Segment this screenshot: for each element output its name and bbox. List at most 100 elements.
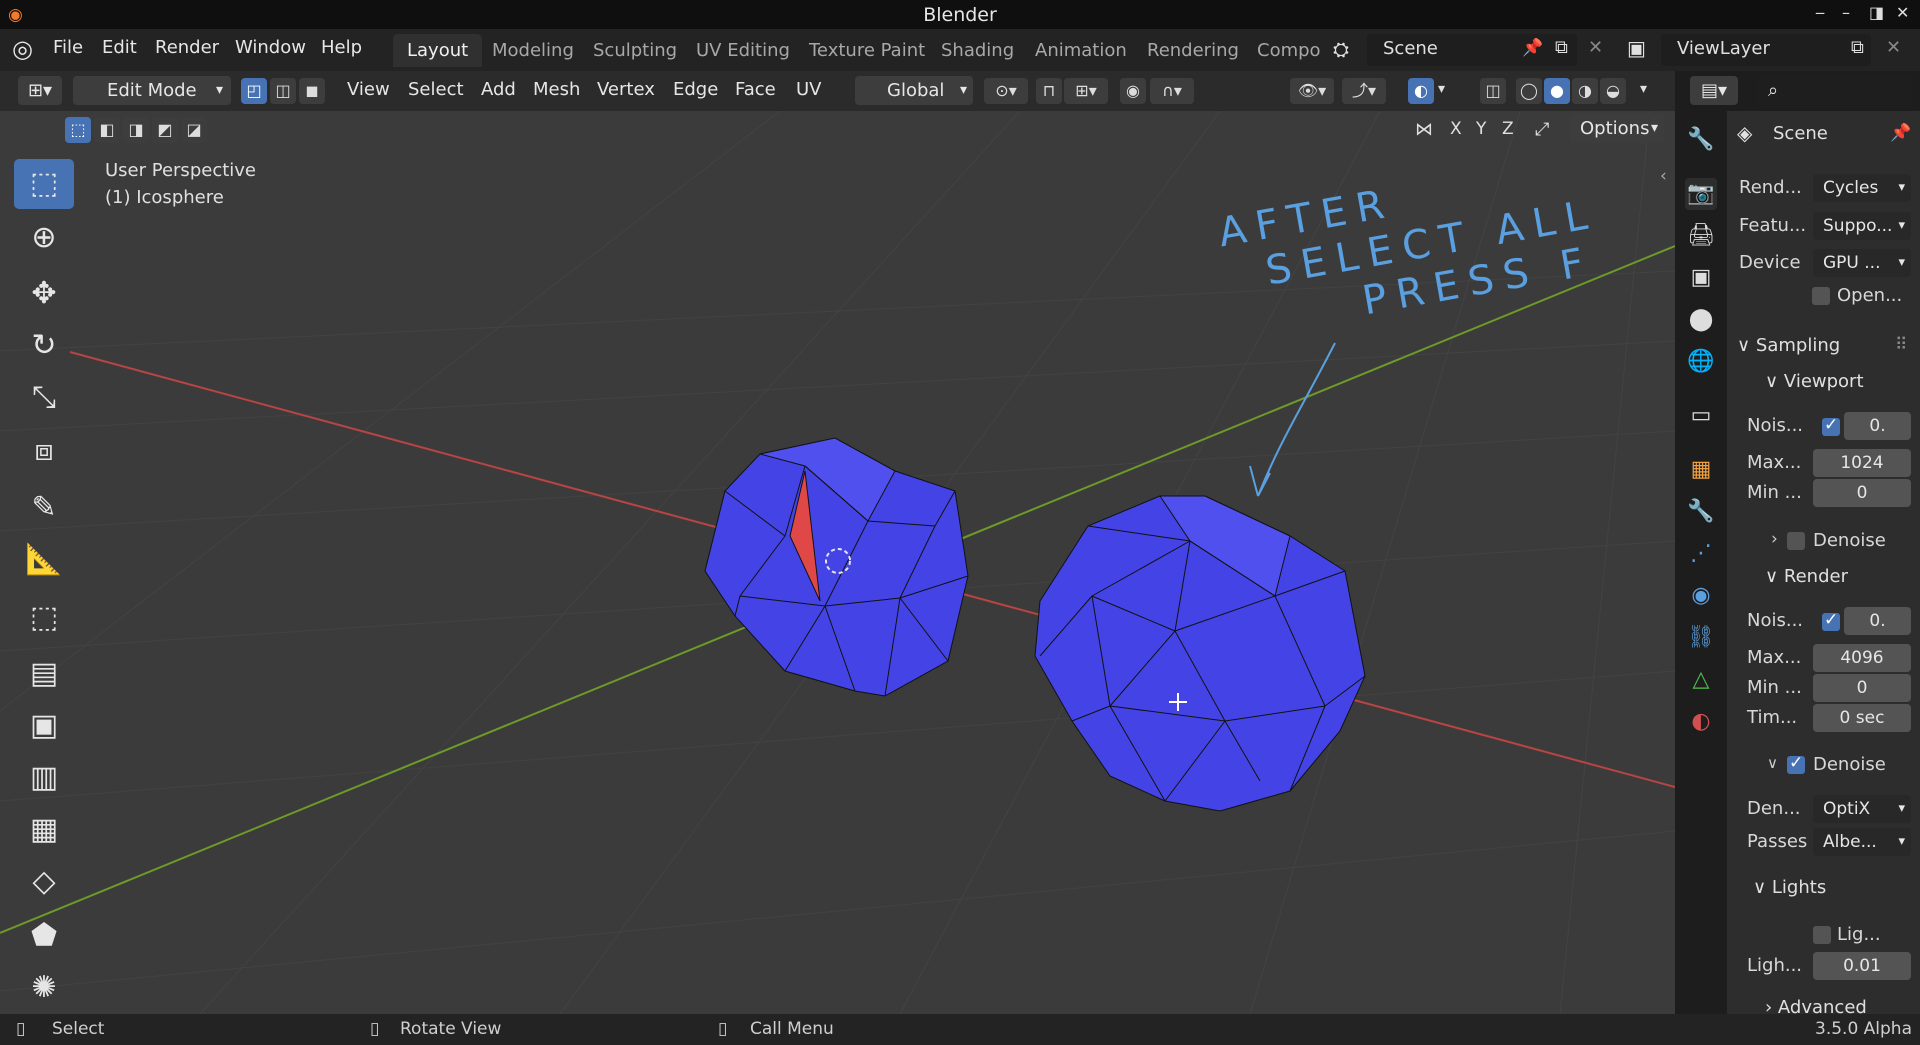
object-properties-icon[interactable]: ▦ <box>1685 454 1717 486</box>
light-threshold-field[interactable]: 0.01 <box>1813 952 1911 980</box>
physics-properties-icon[interactable]: ◉ <box>1685 580 1717 612</box>
properties-search-input[interactable]: ⌕ <box>1758 76 1913 105</box>
knife-tool[interactable]: ◇ <box>14 857 74 907</box>
chevron-down-icon[interactable]: ▾ <box>1640 81 1647 97</box>
material-properties-icon[interactable]: ◐ <box>1685 706 1717 738</box>
proportional-edit-icon[interactable]: ◉ <box>1120 78 1146 104</box>
menu-help[interactable]: Help <box>321 37 362 58</box>
solid-shading-icon[interactable]: ● <box>1544 78 1570 104</box>
viewport-max-samples-field[interactable]: 1024 <box>1813 449 1911 477</box>
rotate-tool[interactable]: ↻ <box>14 321 74 371</box>
snap-icon[interactable]: ⊓ <box>1036 78 1062 104</box>
loop-cut-tool[interactable]: ▦ <box>14 805 74 855</box>
transform-orientation-dropdown[interactable]: Global ▾ <box>855 76 973 105</box>
menu-uv[interactable]: UV <box>796 79 822 100</box>
menu-face[interactable]: Face <box>735 79 776 100</box>
tab-animation[interactable]: Animation <box>1021 34 1141 67</box>
render-engine-dropdown[interactable]: Cycles ▾ <box>1813 174 1911 202</box>
open-shading-checkbox[interactable] <box>1812 287 1830 305</box>
annotate-tool[interactable]: ✎ <box>14 483 74 533</box>
icosphere-left[interactable] <box>704 437 969 697</box>
tab-rendering[interactable]: Rendering <box>1133 34 1253 67</box>
modifier-properties-icon[interactable]: 🔧 <box>1685 496 1717 528</box>
delete-scene-icon[interactable]: ✕ <box>1588 37 1603 58</box>
tool-properties-icon[interactable]: 🔧 <box>1685 124 1717 156</box>
tab-sculpting[interactable]: Sculpting <box>579 34 691 67</box>
tab-uv-editing[interactable]: UV Editing <box>682 34 804 67</box>
blender-menu-icon[interactable]: ◎ <box>12 35 33 63</box>
new-view-layer-icon[interactable]: ⧉ <box>1851 37 1864 58</box>
menu-render[interactable]: Render <box>155 37 219 58</box>
select-extend-icon[interactable]: ◧ <box>94 117 120 143</box>
3d-viewport[interactable]: AFTER SELECT ALL PRESS F User Perspectiv… <box>0 111 1675 1014</box>
select-intersect-icon[interactable]: ◪ <box>181 117 207 143</box>
light-tree-checkbox[interactable] <box>1813 926 1831 944</box>
pivot-point-icon[interactable]: ⊙▾ <box>984 78 1028 104</box>
editor-type-dropdown[interactable]: ⊞▾ <box>18 76 62 105</box>
minimize-icon[interactable]: ‒ <box>1815 3 1825 22</box>
scale-tool[interactable]: ⤡ <box>14 373 74 423</box>
spin-tool[interactable]: ✺ <box>14 963 74 1013</box>
mode-dropdown[interactable]: Edit Mode ▾ <box>73 76 231 105</box>
rendered-shading-icon[interactable]: ◒ <box>1600 78 1626 104</box>
pin-icon[interactable]: 📌 <box>1522 38 1543 58</box>
render-noise-checkbox[interactable] <box>1822 610 1840 631</box>
auto-merge-icon[interactable]: ⤢ <box>1535 119 1549 140</box>
inset-tool[interactable]: ▣ <box>14 701 74 751</box>
device-dropdown[interactable]: GPU ... ▾ <box>1813 249 1911 277</box>
move-tool[interactable]: ✥ <box>14 269 74 319</box>
wireframe-shading-icon[interactable]: ◯ <box>1516 78 1542 104</box>
sampling-panel-header[interactable]: ∨ Sampling <box>1737 335 1840 356</box>
particles-properties-icon[interactable]: ⋰ <box>1685 538 1717 570</box>
view-layer-properties-icon[interactable]: ▣ <box>1685 262 1717 294</box>
vertex-select-icon[interactable]: ◰ <box>241 78 267 104</box>
viewport-denoise-checkbox[interactable] <box>1787 532 1805 550</box>
select-invert-icon[interactable]: ◩ <box>152 117 178 143</box>
axis-z-toggle[interactable]: Z <box>1502 119 1514 139</box>
material-shading-icon[interactable]: ◑ <box>1572 78 1598 104</box>
xray-icon[interactable]: ◫ <box>1480 78 1506 104</box>
menu-vertex[interactable]: Vertex <box>597 79 655 100</box>
tab-modeling[interactable]: Modeling <box>478 34 588 67</box>
chevron-right-icon[interactable]: › <box>1771 529 1778 549</box>
viewport-min-samples-field[interactable]: 0 <box>1813 479 1911 507</box>
snap-target-icon[interactable]: ⊞▾ <box>1064 78 1108 104</box>
select-new-icon[interactable]: ⬚ <box>65 117 91 143</box>
render-min-samples-field[interactable]: 0 <box>1813 674 1911 702</box>
constraints-properties-icon[interactable]: ⛓ <box>1685 622 1717 654</box>
restore-icon[interactable]: – <box>1842 3 1850 22</box>
maximize-icon[interactable]: ◨ <box>1869 3 1884 22</box>
visibility-icon[interactable]: 👁▾ <box>1290 78 1334 104</box>
render-noise-field[interactable]: 0. <box>1844 607 1911 635</box>
cursor-tool[interactable]: ⊕ <box>14 213 74 263</box>
menu-add[interactable]: Add <box>481 79 516 100</box>
feature-set-dropdown[interactable]: Suppo... ▾ <box>1813 212 1911 240</box>
add-cube-tool[interactable]: ⬚ <box>14 593 74 643</box>
output-properties-icon[interactable]: 🖨 <box>1685 220 1717 252</box>
menu-edit[interactable]: Edit <box>102 37 137 58</box>
scene-properties-icon[interactable]: ⬤ <box>1685 304 1717 336</box>
edge-select-icon[interactable]: ◫ <box>270 78 296 104</box>
scene-type-icon[interactable]: ⛭ <box>1333 37 1349 61</box>
menu-file[interactable]: File <box>53 37 83 58</box>
measure-tool[interactable]: 📐 <box>14 535 74 585</box>
tab-compositing[interactable]: Compo <box>1243 34 1333 67</box>
lights-subpanel-header[interactable]: ∨ Lights <box>1753 877 1826 898</box>
select-subtract-icon[interactable]: ◨ <box>123 117 149 143</box>
menu-view[interactable]: View <box>347 79 390 100</box>
render-max-samples-field[interactable]: 4096 <box>1813 644 1911 672</box>
scene-selector[interactable]: Scene 📌 <box>1367 34 1577 66</box>
viewport-noise-field[interactable]: 0. <box>1844 412 1911 440</box>
overlays-icon[interactable]: ◐ <box>1408 78 1434 104</box>
new-scene-icon[interactable]: ⧉ <box>1555 37 1568 58</box>
viewport-subpanel-header[interactable]: ∨ Viewport <box>1765 371 1864 392</box>
axis-x-toggle[interactable]: X <box>1450 119 1462 139</box>
mirror-icon[interactable]: ⋈ <box>1415 119 1433 140</box>
tab-layout[interactable]: Layout <box>393 34 483 67</box>
menu-edge[interactable]: Edge <box>673 79 718 100</box>
tab-shading[interactable]: Shading <box>927 34 1028 67</box>
menu-mesh[interactable]: Mesh <box>533 79 580 100</box>
world-properties-icon[interactable]: 🌐 <box>1685 346 1717 378</box>
render-denoise-checkbox[interactable] <box>1787 753 1805 774</box>
data-properties-icon[interactable]: △ <box>1685 664 1717 696</box>
